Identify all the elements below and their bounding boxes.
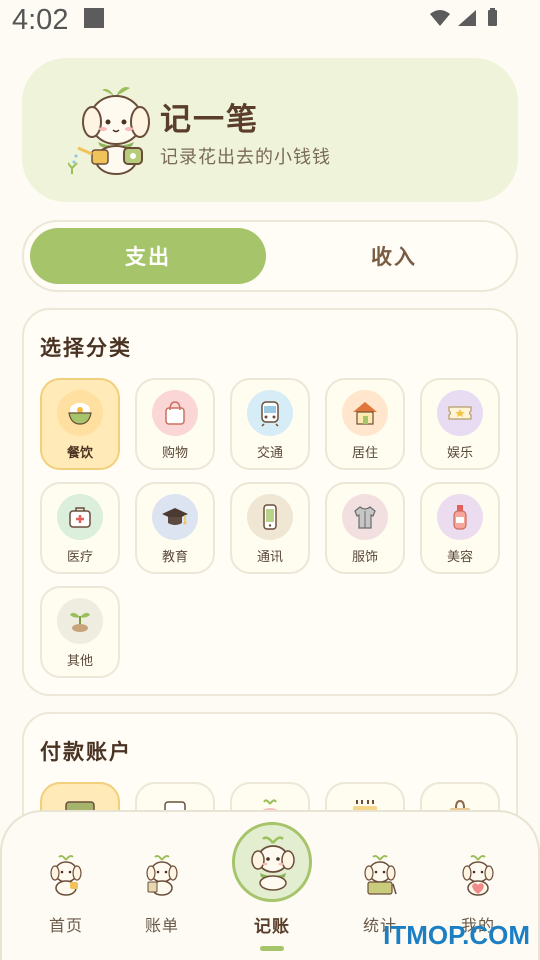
category-clothing[interactable]: 服饰	[325, 482, 405, 574]
nav-label: 账单	[144, 916, 179, 935]
category-telecom[interactable]: 通讯	[230, 482, 310, 574]
watermark-logo: ITMOP.COM	[383, 920, 530, 950]
graduation-cap-icon	[152, 494, 198, 540]
signal-icon	[458, 10, 476, 26]
category-housing[interactable]: 居住	[325, 378, 405, 470]
category-label: 居住	[351, 446, 378, 461]
medical-kit-icon	[57, 494, 103, 540]
sprout-icon	[57, 598, 103, 644]
shopping-bag-icon	[152, 390, 198, 436]
page-subtitle: 记录花出去的小钱钱	[160, 147, 331, 168]
active-indicator	[260, 946, 284, 951]
status-time: 4:02	[12, 4, 69, 36]
category-section-title: 选择分类	[40, 336, 132, 360]
category-entertainment[interactable]: 娱乐	[420, 378, 500, 470]
status-icons	[430, 8, 497, 26]
mascot-home-icon	[50, 855, 82, 896]
nav-home[interactable]: 首页	[26, 850, 106, 940]
mascot-record-icon	[251, 836, 295, 891]
notification-icon	[84, 8, 104, 28]
mascot-stats-icon	[364, 855, 397, 895]
category-label: 美容	[446, 550, 473, 565]
phone-icon	[247, 494, 293, 540]
payment-section-title: 付款账户	[40, 740, 132, 764]
train-icon	[247, 390, 293, 436]
tab-income[interactable]: 收入	[276, 228, 512, 284]
rice-bowl-icon	[57, 390, 103, 436]
puppy-watering-can-icon	[68, 87, 150, 175]
category-shopping[interactable]: 购物	[135, 378, 215, 470]
category-label: 购物	[161, 446, 188, 461]
ticket-icon	[437, 390, 483, 436]
tab-expense[interactable]: 支出	[30, 228, 266, 284]
nav-record[interactable]: 记账	[232, 822, 312, 952]
category-card: 选择分类 餐饮 购物 交通 居住 娱乐 医疗 教育 通讯 服饰 美容 其他	[22, 308, 518, 696]
mascot-bill-icon	[146, 855, 178, 896]
category-dining[interactable]: 餐饮	[40, 378, 120, 470]
lotion-bottle-icon	[437, 494, 483, 540]
mascot-profile-icon	[462, 855, 494, 896]
category-medical[interactable]: 医疗	[40, 482, 120, 574]
nav-label-active: 记账	[254, 917, 290, 937]
nav-record-button[interactable]	[232, 822, 312, 902]
category-label: 教育	[161, 550, 188, 565]
house-icon	[342, 390, 388, 436]
status-bar: 4:02	[0, 0, 540, 44]
category-transport[interactable]: 交通	[230, 378, 310, 470]
header-card: 记一笔 记录花出去的小钱钱	[22, 58, 518, 202]
wifi-icon	[430, 10, 450, 26]
type-toggle: 支出 收入	[22, 220, 518, 292]
shirt-icon	[342, 494, 388, 540]
category-label: 服饰	[351, 550, 378, 565]
category-beauty[interactable]: 美容	[420, 482, 500, 574]
category-label: 交通	[256, 446, 283, 461]
category-label: 娱乐	[446, 446, 473, 461]
category-education[interactable]: 教育	[135, 482, 215, 574]
nav-label: 首页	[48, 916, 83, 935]
category-label: 餐饮	[66, 446, 93, 461]
nav-bills[interactable]: 账单	[122, 850, 202, 940]
category-label: 其他	[66, 654, 93, 669]
category-other[interactable]: 其他	[40, 586, 120, 678]
category-label: 医疗	[66, 550, 93, 565]
category-label: 通讯	[256, 550, 283, 565]
battery-icon	[488, 10, 497, 26]
page-title: 记一笔	[160, 102, 259, 138]
